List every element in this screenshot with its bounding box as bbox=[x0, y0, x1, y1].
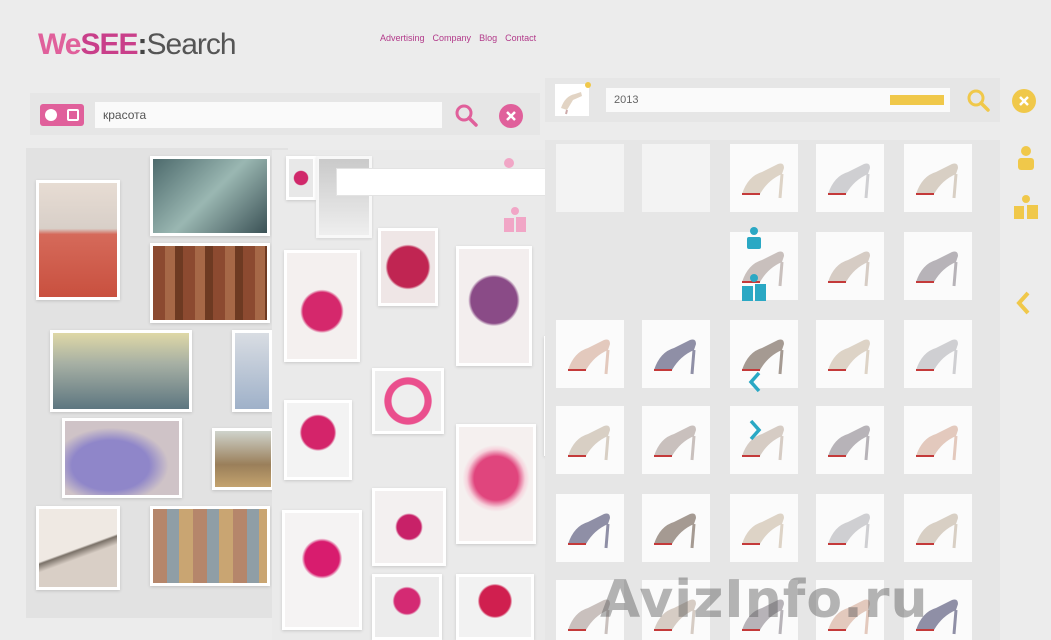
bouquet-tile[interactable] bbox=[284, 250, 360, 362]
bouquet-tile[interactable] bbox=[378, 228, 438, 306]
bouquet-tile[interactable] bbox=[282, 510, 362, 630]
image-tile[interactable] bbox=[150, 156, 270, 236]
shoe-tile[interactable] bbox=[816, 494, 884, 562]
shoe-tile[interactable] bbox=[904, 144, 972, 212]
bouquet-tile[interactable] bbox=[286, 156, 316, 200]
shoe-tile[interactable] bbox=[556, 320, 624, 388]
image-tile[interactable] bbox=[150, 243, 270, 323]
shoe-image bbox=[568, 513, 610, 549]
shoe-image bbox=[654, 339, 696, 375]
image-tile[interactable] bbox=[232, 330, 272, 412]
shoe-tile[interactable] bbox=[556, 406, 624, 474]
shoe-tile[interactable] bbox=[642, 320, 710, 388]
chevron-right-icon[interactable] bbox=[748, 418, 762, 447]
bouquet-tile[interactable] bbox=[456, 246, 532, 366]
chevron-left-icon[interactable] bbox=[748, 370, 762, 399]
shoe-tile[interactable] bbox=[730, 320, 798, 388]
left-search-input[interactable] bbox=[95, 102, 442, 128]
toggle-knob bbox=[45, 109, 57, 121]
user-icon[interactable] bbox=[1015, 145, 1037, 176]
pink-users-icon[interactable] bbox=[502, 205, 528, 238]
logo-search: Search bbox=[146, 28, 237, 61]
image-tile[interactable] bbox=[150, 506, 270, 586]
shoe-tile[interactable] bbox=[816, 144, 884, 212]
shoe-tile[interactable] bbox=[556, 144, 624, 212]
shoe-tile[interactable] bbox=[904, 494, 972, 562]
shoe-image bbox=[828, 339, 870, 375]
shoe-image bbox=[828, 251, 870, 287]
logo-see: SEE bbox=[80, 28, 138, 61]
left-clear-icon[interactable] bbox=[499, 104, 523, 128]
teal-user-icon[interactable] bbox=[744, 226, 764, 255]
shoe-tile[interactable] bbox=[556, 494, 624, 562]
nav-link[interactable]: Contact bbox=[505, 33, 536, 43]
shoe-tile[interactable] bbox=[730, 144, 798, 212]
teal-users-icon[interactable] bbox=[740, 272, 768, 307]
image-tile[interactable] bbox=[62, 418, 182, 498]
shoe-image bbox=[828, 425, 870, 461]
shoe-tile[interactable] bbox=[642, 494, 710, 562]
shoe-tile[interactable] bbox=[816, 320, 884, 388]
shoe-tile[interactable] bbox=[904, 320, 972, 388]
shoe-image bbox=[828, 163, 870, 199]
logo-colon: : bbox=[137, 28, 148, 61]
users-icon[interactable] bbox=[1012, 194, 1040, 225]
nav-link[interactable]: Company bbox=[433, 33, 472, 43]
image-tile[interactable] bbox=[50, 330, 192, 412]
shoe-image bbox=[916, 251, 958, 287]
shoe-image bbox=[916, 339, 958, 375]
shoe-tile[interactable] bbox=[904, 232, 972, 300]
left-results-panel bbox=[26, 148, 288, 618]
watermark: AvizInfo.ru bbox=[600, 570, 929, 630]
bouquet-tile[interactable] bbox=[456, 574, 534, 640]
image-tile[interactable] bbox=[212, 428, 274, 490]
search-image-thumbnail[interactable] bbox=[555, 82, 591, 116]
shoe-tile[interactable] bbox=[730, 406, 798, 474]
shoe-image bbox=[742, 163, 784, 199]
shoe-image bbox=[654, 513, 696, 549]
chevron-left-icon[interactable] bbox=[1015, 290, 1031, 321]
shoe-image bbox=[568, 339, 610, 375]
shoe-image bbox=[916, 163, 958, 199]
left-search-icon[interactable] bbox=[454, 103, 478, 127]
shoe-image bbox=[828, 513, 870, 549]
shoe-tile[interactable] bbox=[642, 406, 710, 474]
bouquet-tile[interactable] bbox=[372, 368, 444, 434]
shoe-image bbox=[568, 425, 610, 461]
nav-link[interactable]: Advertising bbox=[380, 33, 425, 43]
image-tile[interactable] bbox=[36, 180, 120, 300]
shoe-tile[interactable] bbox=[642, 144, 710, 212]
shoe-tile[interactable] bbox=[904, 406, 972, 474]
shoe-image bbox=[916, 425, 958, 461]
toggle-list-icon bbox=[67, 109, 79, 121]
bouquet-tile[interactable] bbox=[372, 488, 446, 566]
bouquet-tile[interactable] bbox=[284, 400, 352, 480]
shoe-tile[interactable] bbox=[730, 494, 798, 562]
right-results-grid bbox=[545, 140, 1000, 640]
view-toggle[interactable] bbox=[40, 104, 84, 126]
shoe-tile[interactable] bbox=[816, 232, 884, 300]
shoe-image bbox=[742, 425, 784, 461]
shoe-image bbox=[742, 513, 784, 549]
shoe-image bbox=[742, 339, 784, 375]
nav-link[interactable]: Blog bbox=[479, 33, 497, 43]
bouquet-tile[interactable] bbox=[372, 574, 442, 640]
image-tile[interactable] bbox=[36, 506, 120, 590]
bouquet-tile[interactable] bbox=[456, 424, 536, 544]
search-badge bbox=[890, 95, 944, 105]
pink-user-icon[interactable] bbox=[504, 158, 514, 168]
right-search-icon[interactable] bbox=[966, 88, 990, 112]
right-clear-icon[interactable] bbox=[1012, 89, 1036, 113]
logo-we: We bbox=[38, 28, 81, 61]
shoe-tile[interactable] bbox=[816, 406, 884, 474]
shoe-image bbox=[916, 513, 958, 549]
shoe-image bbox=[654, 425, 696, 461]
app-logo[interactable]: WeSEE:Search bbox=[38, 28, 237, 62]
top-nav: Advertising Company Blog Contact bbox=[380, 33, 536, 43]
